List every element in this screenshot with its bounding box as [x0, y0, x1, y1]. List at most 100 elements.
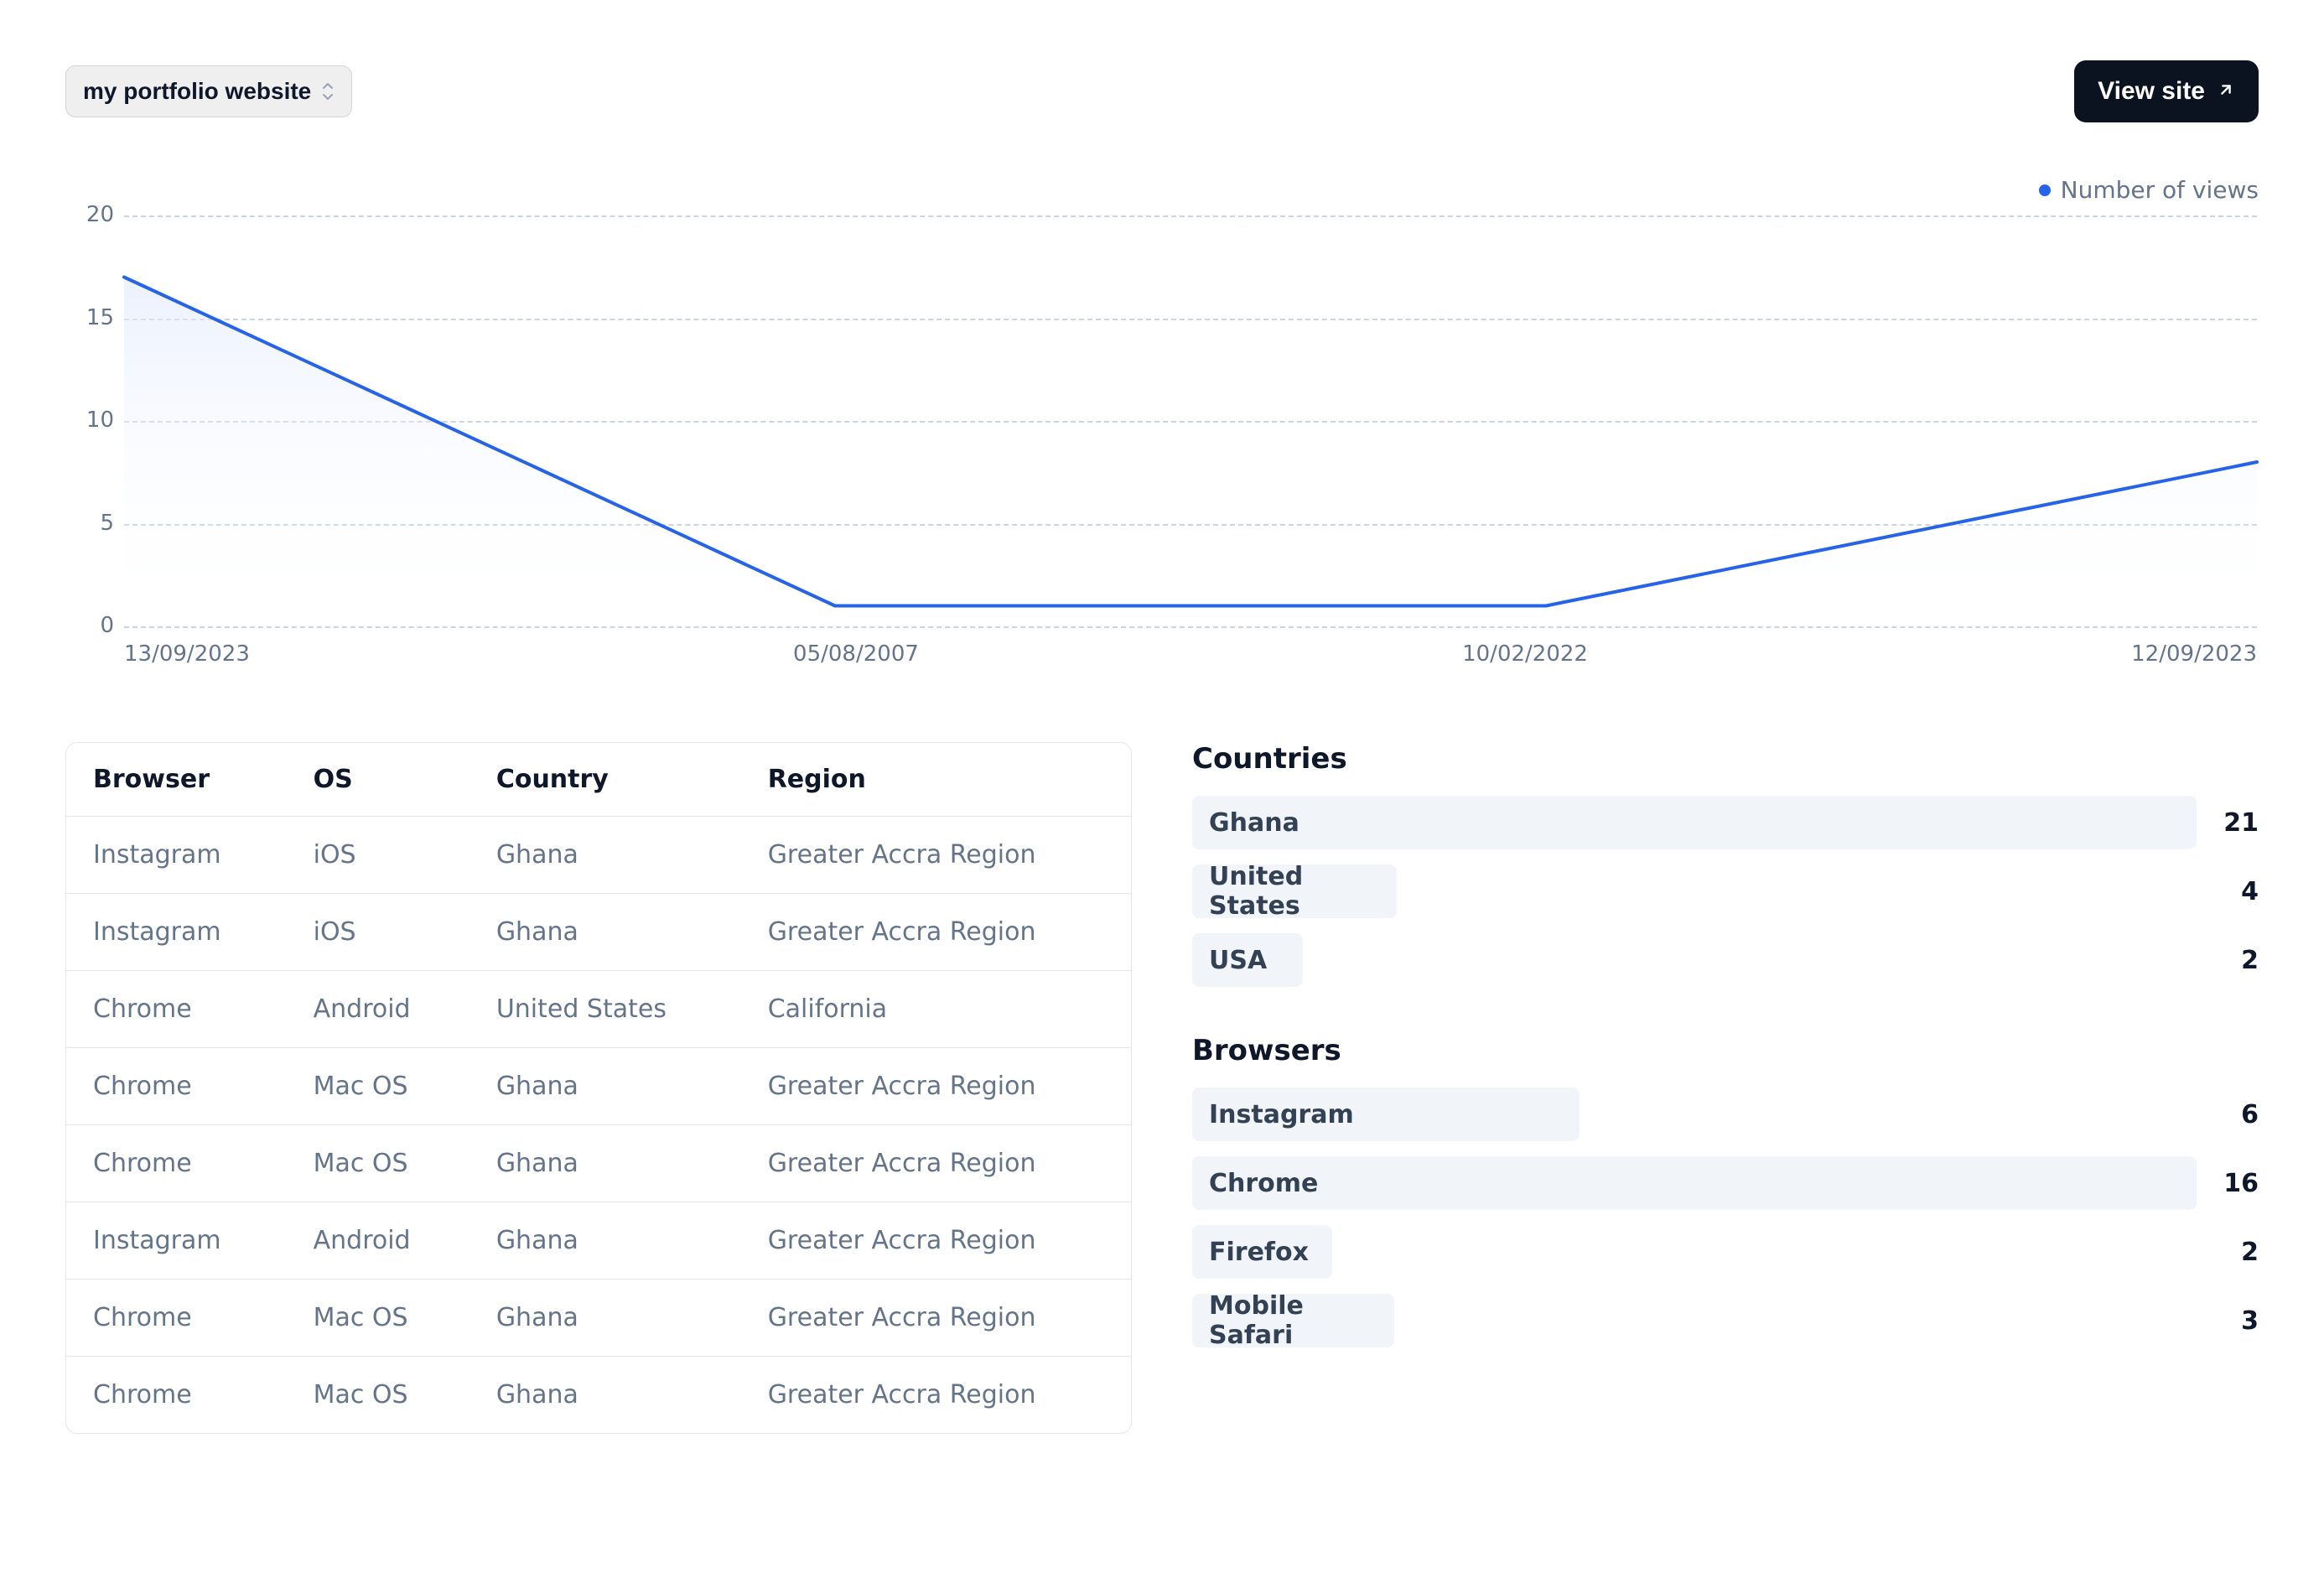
country-row: Ghana 21 [1192, 796, 2259, 849]
site-selector-label: my portfolio website [83, 78, 311, 105]
table-cell: Ghana [469, 1125, 741, 1202]
table-cell: Ghana [469, 817, 741, 894]
chevron-up-down-icon [321, 82, 335, 101]
table-cell: Chrome [66, 1125, 287, 1202]
browsers-list: Instagram 6 Chrome 16 Firefox 2 Mobile Safari 3 [1192, 1088, 2259, 1347]
table-row: InstagramiOSGhanaGreater Accra Region [66, 894, 1131, 971]
legend-dot-icon [2039, 184, 2051, 196]
table-cell: United States [469, 971, 741, 1048]
table-cell: Ghana [469, 1280, 741, 1357]
table-cell: Mac OS [287, 1048, 469, 1125]
chart-legend: Number of views [65, 176, 2259, 204]
browser-bar: Instagram [1192, 1088, 2180, 1141]
table-cell: Android [287, 1202, 469, 1280]
country-count: 21 [2200, 808, 2259, 838]
table-cell: Mac OS [287, 1357, 469, 1434]
table-cell: Greater Accra Region [741, 1280, 1131, 1357]
browser-row: Mobile Safari 3 [1192, 1294, 2259, 1347]
table-cell: Greater Accra Region [741, 1048, 1131, 1125]
chart-plot [124, 215, 2257, 626]
country-count: 4 [2200, 877, 2259, 906]
table-row: InstagramiOSGhanaGreater Accra Region [66, 817, 1131, 894]
legend-series-label: Number of views [2061, 176, 2259, 204]
table-cell: Instagram [66, 1202, 287, 1280]
x-tick-label: 13/09/2023 [124, 641, 250, 667]
browser-bar-fill: Mobile Safari [1192, 1294, 1394, 1347]
table-column-header: Country [469, 743, 741, 817]
table-cell: Mac OS [287, 1280, 469, 1357]
table-cell: Chrome [66, 1048, 287, 1125]
table-column-header: OS [287, 743, 469, 817]
browsers-panel: Browsers Instagram 6 Chrome 16 Firefox 2 Mobil… [1192, 1034, 2259, 1347]
table-cell: Greater Accra Region [741, 817, 1131, 894]
table-cell: Instagram [66, 894, 287, 971]
table-cell: California [741, 971, 1131, 1048]
site-selector[interactable]: my portfolio website [65, 65, 352, 117]
countries-panel: Countries Ghana 21 United States 4 USA 2 [1192, 742, 2259, 987]
table-cell: Instagram [66, 817, 287, 894]
table-row: ChromeMac OSGhanaGreater Accra Region [66, 1357, 1131, 1434]
toolbar: my portfolio website View site [65, 60, 2259, 122]
x-tick-label: 10/02/2022 [1462, 641, 1588, 667]
browser-row: Chrome 16 [1192, 1156, 2259, 1210]
table-row: ChromeAndroidUnited StatesCalifornia [66, 971, 1131, 1048]
browser-bar-fill: Chrome [1192, 1156, 2197, 1210]
table-row: ChromeMac OSGhanaGreater Accra Region [66, 1280, 1131, 1357]
x-tick-label: 12/09/2023 [2131, 641, 2257, 667]
country-bar: United States [1192, 864, 2180, 918]
table-body: InstagramiOSGhanaGreater Accra RegionIns… [66, 817, 1131, 1434]
gridline [124, 626, 2257, 628]
y-axis: 20151050 [65, 215, 124, 626]
browser-bar-fill: Firefox [1192, 1225, 1332, 1279]
country-bar-fill: USA [1192, 933, 1303, 987]
table-cell: Greater Accra Region [741, 1357, 1131, 1434]
country-count: 2 [2200, 946, 2259, 975]
browser-row: Instagram 6 [1192, 1088, 2259, 1141]
x-tick-label: 05/08/2007 [793, 641, 919, 667]
country-row: United States 4 [1192, 864, 2259, 918]
countries-title: Countries [1192, 742, 2259, 776]
table-cell: iOS [287, 894, 469, 971]
country-bar-fill: United States [1192, 864, 1397, 918]
table-row: ChromeMac OSGhanaGreater Accra Region [66, 1048, 1131, 1125]
country-bar: Ghana [1192, 796, 2180, 849]
table-row: ChromeMac OSGhanaGreater Accra Region [66, 1125, 1131, 1202]
table-cell: Android [287, 971, 469, 1048]
table-cell: Ghana [469, 1048, 741, 1125]
browser-count: 16 [2200, 1169, 2259, 1198]
table-cell: Ghana [469, 1357, 741, 1434]
browsers-title: Browsers [1192, 1034, 2259, 1067]
table-row: InstagramAndroidGhanaGreater Accra Regio… [66, 1202, 1131, 1280]
x-axis: 13/09/2023 05/08/2007 10/02/2022 12/09/2023 [124, 641, 2257, 667]
view-site-button[interactable]: View site [2074, 60, 2259, 122]
table-cell: Mac OS [287, 1125, 469, 1202]
country-bar-fill: Ghana [1192, 796, 2197, 849]
table-column-header: Browser [66, 743, 287, 817]
table-cell: iOS [287, 817, 469, 894]
browser-count: 3 [2200, 1306, 2259, 1336]
table-cell: Chrome [66, 971, 287, 1048]
analytics-table-card: BrowserOSCountryRegion InstagramiOSGhana… [65, 742, 1132, 1434]
chart-series [124, 215, 2257, 626]
table-cell: Greater Accra Region [741, 1202, 1131, 1280]
arrow-up-right-icon [2217, 77, 2235, 106]
browser-bar: Mobile Safari [1192, 1294, 2180, 1347]
browser-count: 6 [2200, 1100, 2259, 1129]
browser-bar: Chrome [1192, 1156, 2180, 1210]
side-panels: Countries Ghana 21 United States 4 USA 2 Brow… [1192, 742, 2259, 1434]
content-grid: BrowserOSCountryRegion InstagramiOSGhana… [65, 742, 2259, 1434]
browser-bar-fill: Instagram [1192, 1088, 1580, 1141]
view-site-label: View site [2098, 77, 2205, 106]
table-cell: Ghana [469, 1202, 741, 1280]
analytics-table: BrowserOSCountryRegion InstagramiOSGhana… [66, 743, 1131, 1433]
analytics-page: my portfolio website View site Number of… [0, 0, 2324, 1573]
table-cell: Chrome [66, 1357, 287, 1434]
table-cell: Greater Accra Region [741, 1125, 1131, 1202]
browser-bar: Firefox [1192, 1225, 2180, 1279]
table-cell: Greater Accra Region [741, 894, 1131, 971]
browser-row: Firefox 2 [1192, 1225, 2259, 1279]
browser-count: 2 [2200, 1238, 2259, 1267]
table-cell: Chrome [66, 1280, 287, 1357]
table-header-row: BrowserOSCountryRegion [66, 743, 1131, 817]
country-bar: USA [1192, 933, 2180, 987]
